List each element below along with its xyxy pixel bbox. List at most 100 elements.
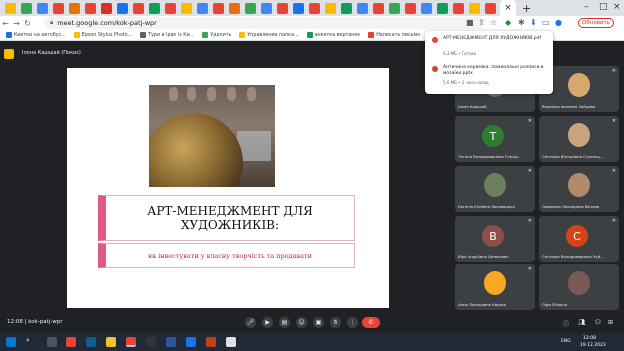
raise-hand-icon[interactable]: ✋︎ [330, 317, 341, 328]
start-icon[interactable] [6, 337, 16, 347]
sidepanel-icon[interactable]: ▭ [542, 18, 550, 27]
participant-tile[interactable]: В ✕ Віра Андріївна Шпакович [455, 216, 535, 262]
close-icon[interactable]: × [504, 3, 512, 13]
tab-icon[interactable] [420, 2, 432, 14]
edge-icon[interactable] [86, 337, 96, 347]
tab-strip: × + – □ × [0, 0, 624, 16]
tab-icon[interactable] [484, 2, 496, 14]
tab-icon[interactable] [228, 2, 240, 14]
tab-icon[interactable] [84, 2, 96, 14]
extension-shield-icon[interactable]: ◆ [505, 18, 511, 27]
tab-icon[interactable] [20, 2, 32, 14]
participant-tile[interactable]: Olga Shkolna [539, 264, 619, 310]
chrome-icon[interactable] [66, 337, 76, 347]
mic-icon[interactable]: 🎤︎ [245, 317, 256, 328]
downloads-popup: АРТ-МЕНЕДЖМЕНТ ДЛЯ ХУДОЖНИКІВ.pdf 6,3 МБ… [425, 31, 553, 94]
profile-icon[interactable]: ● [555, 18, 562, 27]
camera-toggle-icon[interactable]: ▶ [262, 317, 273, 328]
tab-icon[interactable] [356, 2, 368, 14]
tab-icon[interactable] [244, 2, 256, 14]
share-icon[interactable]: ⇪ [478, 18, 485, 27]
participant-tile[interactable]: ✕ Світлана Вікторівна Стрельц... [539, 116, 619, 162]
tab-icon[interactable] [196, 2, 208, 14]
bookmark-item[interactable]: Написать письмо [368, 32, 420, 38]
tab-icon[interactable] [68, 2, 80, 14]
powerpoint-icon[interactable] [206, 337, 216, 347]
language-indicator[interactable]: ENG [561, 339, 571, 344]
participant-tile[interactable]: ✕ Євгенія Юріївна Лисовецька [455, 166, 535, 212]
tab-icon[interactable] [292, 2, 304, 14]
app-icon[interactable] [186, 337, 196, 347]
back-icon[interactable]: ← [0, 19, 11, 28]
participant-name: Віра Андріївна Шпакович [458, 254, 509, 259]
tab-icon[interactable] [388, 2, 400, 14]
tab-icon[interactable] [372, 2, 384, 14]
tab-icon[interactable] [52, 2, 64, 14]
tab-icon[interactable] [164, 2, 176, 14]
reload-icon[interactable]: ↻ [22, 19, 33, 28]
tab-icon[interactable] [36, 2, 48, 14]
participant-tile[interactable]: ✕ Анна Леонідівна Карась [455, 264, 535, 310]
bookmark-item[interactable]: Epson Stylus Photo... [73, 32, 132, 38]
more-options-icon[interactable]: ⋮ [347, 317, 358, 328]
camera-icon[interactable]: ■ [466, 18, 474, 27]
lock-icon[interactable]: 🔒︎ [50, 19, 53, 27]
chat-icon[interactable]: 💬︎ [594, 319, 602, 326]
activities-icon[interactable]: ⊞ [608, 319, 613, 326]
tab-icon[interactable] [148, 2, 160, 14]
active-tab[interactable]: × [500, 0, 516, 16]
tab-icon[interactable] [260, 2, 272, 14]
participant-name: Анна Леонідівна Карась [458, 302, 507, 307]
tab-icon[interactable] [340, 2, 352, 14]
address-bar[interactable]: 🔒︎ meet.google.com/kok-patj-wpr [44, 17, 484, 29]
bookmark-item[interactable]: Квитки на автобус... [6, 32, 66, 38]
tab-icon[interactable] [436, 2, 448, 14]
file-explorer-icon[interactable] [106, 337, 116, 347]
hangup-button[interactable]: ✆ [362, 317, 380, 328]
extensions-icon[interactable]: ✱ [518, 18, 525, 27]
tab-icon[interactable] [132, 2, 144, 14]
app-icon[interactable] [146, 337, 156, 347]
participant-tile[interactable]: ✕ Людмила Леонідівна Вечера [539, 166, 619, 212]
update-button[interactable]: Обновить [578, 18, 614, 28]
bookmark-label: Тури в Ірак із Ки... [148, 32, 195, 38]
tab-icon[interactable] [452, 2, 464, 14]
tab-icon[interactable] [276, 2, 288, 14]
bookmark-item[interactable]: анкетка вертанок [306, 32, 360, 38]
download-icon[interactable]: ⬇ [530, 18, 537, 27]
emoji-icon[interactable]: ☺ [296, 317, 307, 328]
tab-icon[interactable] [4, 2, 16, 14]
maximize-icon[interactable]: □ [599, 2, 608, 12]
captions-icon[interactable]: ▤ [279, 317, 290, 328]
info-icon[interactable]: ⓘ [563, 319, 569, 328]
app-icon[interactable] [226, 337, 236, 347]
clock-date[interactable]: 19.12.2023 [580, 343, 606, 348]
bookmark-star-icon[interactable]: ☆ [490, 18, 497, 27]
bookmark-item[interactable]: Тури в Ірак із Ки... [140, 32, 194, 38]
tab-icon[interactable] [116, 2, 128, 14]
forward-icon[interactable]: → [11, 19, 22, 28]
close-window-icon[interactable]: × [613, 2, 621, 12]
new-tab-button[interactable]: + [522, 2, 531, 15]
tab-icon[interactable] [212, 2, 224, 14]
clock-time[interactable]: 12:08 [583, 336, 596, 341]
tab-icon[interactable] [324, 2, 336, 14]
bookmark-item[interactable]: Удалить [202, 32, 231, 38]
chrome-active-icon[interactable] [126, 337, 136, 347]
search-icon[interactable]: ⌕ [26, 336, 30, 345]
participant-tile[interactable]: Т ✕ Тетяна Володимирівна Гнезді... [455, 116, 535, 162]
tab-icon[interactable] [180, 2, 192, 14]
present-icon[interactable]: ▣ [313, 317, 324, 328]
presentation-slide: АРТ-МЕНЕДЖМЕНТ ДЛЯ ХУДОЖНИКІВ: як інвест… [67, 68, 389, 308]
word-icon[interactable] [166, 337, 176, 347]
tab-icon[interactable] [404, 2, 416, 14]
participant-tile[interactable]: С ✕ Світлана Володимирівна Чуй... [539, 216, 619, 262]
people-icon[interactable]: 👥︎ [578, 319, 586, 326]
tab-icon[interactable] [308, 2, 320, 14]
tab-icon[interactable] [468, 2, 480, 14]
task-view-icon[interactable] [47, 337, 57, 347]
minimize-icon[interactable]: – [584, 2, 589, 12]
tab-icon[interactable] [100, 2, 112, 14]
bookmark-item[interactable]: Управление папка... [239, 32, 299, 38]
bookmark-label: Удалить [210, 32, 232, 38]
